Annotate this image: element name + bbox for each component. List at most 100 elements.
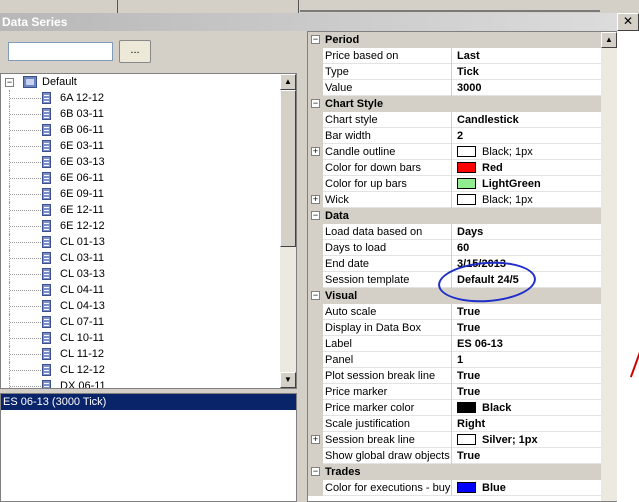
property-name[interactable]: Session break line xyxy=(325,432,452,448)
scroll-down-icon[interactable]: ▼ xyxy=(280,372,296,388)
property-row[interactable]: Color for down bars Red xyxy=(308,160,601,176)
tree-item[interactable]: CL 04-13 xyxy=(1,298,280,314)
tree-item[interactable]: 6E 03-13 xyxy=(1,154,280,170)
property-name[interactable]: Candle outline xyxy=(325,144,452,160)
tree-item[interactable]: 6E 06-11 xyxy=(1,170,280,186)
property-row[interactable]: Price marker True xyxy=(308,384,601,400)
collapse-icon[interactable]: − xyxy=(311,35,320,44)
property-row[interactable]: Load data based on Days xyxy=(308,224,601,240)
tree-item[interactable]: CL 01-13 xyxy=(1,234,280,250)
property-value[interactable]: True xyxy=(457,448,480,464)
property-value[interactable]: Black xyxy=(457,400,511,416)
collapse-icon[interactable]: − xyxy=(311,291,320,300)
property-category[interactable]: − Visual xyxy=(308,288,601,304)
tree-item[interactable]: 6E 09-11 xyxy=(1,186,280,202)
property-name[interactable]: Value xyxy=(325,80,452,96)
selected-series-item[interactable]: ES 06-13 (3000 Tick) xyxy=(1,394,296,410)
property-row[interactable]: Scale justification Right xyxy=(308,416,601,432)
property-value[interactable]: Red xyxy=(457,160,503,176)
property-row[interactable]: Auto scale True xyxy=(308,304,601,320)
tree-item[interactable]: 6B 06-11 xyxy=(1,122,280,138)
property-name[interactable]: Price marker xyxy=(325,384,452,400)
property-name[interactable]: Show global draw objects xyxy=(325,448,452,464)
property-row[interactable]: Value 3000 xyxy=(308,80,601,96)
property-name[interactable]: Days to load xyxy=(325,240,452,256)
property-name[interactable]: Load data based on xyxy=(325,224,452,240)
property-name[interactable]: Price marker color xyxy=(325,400,452,416)
tree-item[interactable]: CL 03-11 xyxy=(1,250,280,266)
tree-item[interactable]: CL 12-12 xyxy=(1,362,280,378)
collapse-icon[interactable]: − xyxy=(311,99,320,108)
tree-item[interactable]: DX 06-11 xyxy=(1,378,280,388)
property-name[interactable]: End date xyxy=(325,256,452,272)
property-name[interactable]: Price based on xyxy=(325,48,452,64)
scroll-up-icon[interactable]: ▲ xyxy=(280,74,296,90)
property-value[interactable]: 60 xyxy=(457,240,469,256)
collapse-icon[interactable]: − xyxy=(311,211,320,220)
property-name[interactable]: Label xyxy=(325,336,452,352)
property-row[interactable]: + Wick Black; 1px xyxy=(308,192,601,208)
property-value[interactable]: 2 xyxy=(457,128,463,144)
close-button[interactable]: ✕ xyxy=(617,13,639,31)
tree-item[interactable]: 6B 03-11 xyxy=(1,106,280,122)
property-row[interactable]: Price marker color Black xyxy=(308,400,601,416)
property-value[interactable]: True xyxy=(457,320,480,336)
property-row[interactable]: Color for executions - buy Blue xyxy=(308,480,601,496)
property-name[interactable]: Chart style xyxy=(325,112,452,128)
property-row[interactable]: Display in Data Box True xyxy=(308,320,601,336)
property-name[interactable]: Panel xyxy=(325,352,452,368)
property-value[interactable]: Silver; 1px xyxy=(457,432,538,448)
property-value[interactable]: ES 06-13 xyxy=(457,336,503,352)
property-name[interactable]: Color for down bars xyxy=(325,160,452,176)
tree-root-default[interactable]: − Default xyxy=(1,74,280,90)
property-value[interactable]: Blue xyxy=(457,480,506,496)
tree-item[interactable]: 6E 12-12 xyxy=(1,218,280,234)
property-name[interactable]: Wick xyxy=(325,192,452,208)
property-value[interactable]: LightGreen xyxy=(457,176,541,192)
property-name[interactable]: Bar width xyxy=(325,128,452,144)
tree-item[interactable]: 6E 03-11 xyxy=(1,138,280,154)
expand-icon[interactable]: + xyxy=(311,435,320,444)
property-value[interactable]: 3/15/2013 xyxy=(457,256,506,272)
property-name[interactable]: Display in Data Box xyxy=(325,320,452,336)
property-value[interactable]: True xyxy=(457,304,480,320)
property-value[interactable]: 3000 xyxy=(457,80,481,96)
scroll-thumb[interactable] xyxy=(280,90,296,247)
property-row[interactable]: Plot session break line True xyxy=(308,368,601,384)
tree-item[interactable]: CL 04-11 xyxy=(1,282,280,298)
property-value[interactable]: True xyxy=(457,368,480,384)
collapse-icon[interactable]: − xyxy=(5,78,14,87)
property-category[interactable]: − Chart Style xyxy=(308,96,601,112)
property-category[interactable]: − Period xyxy=(308,32,601,48)
collapse-icon[interactable]: − xyxy=(311,467,320,476)
property-category[interactable]: − Data xyxy=(308,208,601,224)
scroll-up-icon[interactable]: ▲ xyxy=(601,32,617,48)
tree-item[interactable]: CL 07-11 xyxy=(1,314,280,330)
property-name[interactable]: Color for executions - buy xyxy=(325,480,452,496)
property-row[interactable]: Type Tick xyxy=(308,64,601,80)
property-row[interactable]: Chart style Candlestick xyxy=(308,112,601,128)
expand-icon[interactable]: + xyxy=(311,147,320,156)
property-value[interactable]: Days xyxy=(457,224,483,240)
property-value[interactable]: Right xyxy=(457,416,485,432)
property-name[interactable]: Color for up bars xyxy=(325,176,452,192)
property-value[interactable]: Black; 1px xyxy=(457,144,533,160)
property-value[interactable]: Black; 1px xyxy=(457,192,533,208)
expand-icon[interactable]: + xyxy=(311,195,320,204)
property-value[interactable]: Default 24/5 xyxy=(457,272,519,288)
browse-button[interactable]: ... xyxy=(119,40,151,63)
property-value[interactable]: Tick xyxy=(457,64,479,80)
property-value[interactable]: True xyxy=(457,384,480,400)
property-row[interactable]: Show global draw objects True xyxy=(308,448,601,464)
property-name[interactable]: Plot session break line xyxy=(325,368,452,384)
property-row[interactable]: Session template Default 24/5 xyxy=(308,272,601,288)
property-row[interactable]: Price based on Last xyxy=(308,48,601,64)
tree-item[interactable]: CL 03-13 xyxy=(1,266,280,282)
property-name[interactable]: Scale justification xyxy=(325,416,452,432)
property-row[interactable]: + Candle outline Black; 1px xyxy=(308,144,601,160)
property-row[interactable]: End date 3/15/2013 xyxy=(308,256,601,272)
property-value[interactable]: Candlestick xyxy=(457,112,519,128)
tree-item[interactable]: 6E 12-11 xyxy=(1,202,280,218)
property-row[interactable]: Label ES 06-13 xyxy=(308,336,601,352)
property-name[interactable]: Auto scale xyxy=(325,304,452,320)
